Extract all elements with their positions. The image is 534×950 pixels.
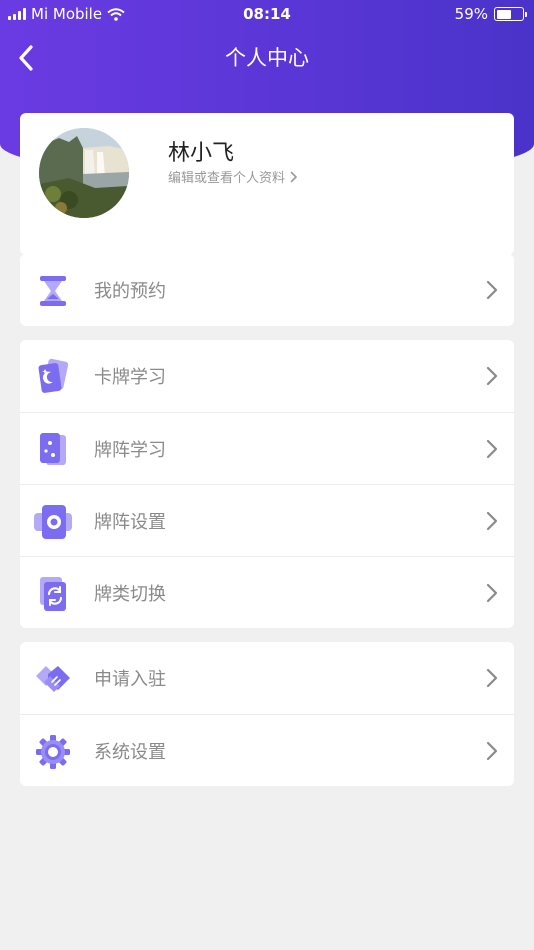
status-right: 59%: [454, 5, 527, 23]
menu-label-deck-switch: 牌类切换: [94, 583, 166, 605]
menu-group-system: 申请入驻 系统设置: [20, 642, 514, 786]
battery-icon: [494, 7, 527, 21]
hourglass-icon: [40, 276, 66, 306]
menu-item-card-study[interactable]: 卡牌学习: [20, 340, 514, 412]
chevron-right-icon: [486, 741, 498, 761]
battery-percent: 59%: [454, 5, 488, 23]
chevron-right-icon: [486, 668, 498, 688]
avatar-image: [39, 128, 129, 218]
gear-card-icon: [34, 505, 72, 539]
tarot-card-icon: [38, 358, 69, 393]
battery-fill: [496, 9, 512, 19]
menu-label-my-appointments: 我的预约: [94, 281, 166, 302]
chevron-right-icon: [486, 366, 498, 386]
handshake-icon: [36, 666, 70, 692]
menu-item-apply-join[interactable]: 申请入驻: [20, 642, 514, 714]
menu-label-spread-settings: 牌阵设置: [94, 511, 166, 533]
menu-item-my-appointments[interactable]: 我的预约: [20, 254, 514, 326]
edit-profile-label: 编辑或查看个人资料: [168, 171, 286, 186]
chevron-right-icon: [486, 583, 498, 603]
chevron-right-icon: [486, 511, 498, 531]
menu-label-system-settings: 系统设置: [94, 741, 166, 763]
gear-icon: [36, 735, 70, 769]
avatar[interactable]: [39, 128, 129, 218]
menu-item-spread-study[interactable]: 牌阵学习: [20, 412, 514, 484]
chevron-right-icon: [486, 280, 498, 300]
chevron-right-icon: [290, 171, 298, 182]
edit-profile-link[interactable]: 编辑或查看个人资料: [168, 167, 298, 186]
menu-group-appointments: 我的预约: [20, 254, 514, 326]
nav-bar: 个人中心: [0, 28, 534, 84]
switch-icon: [40, 577, 66, 611]
menu-group-study: 卡牌学习 牌阵学习 牌阵设置 牌类切换: [20, 340, 514, 628]
status-bar: Mi Mobile 08:14 59%: [0, 0, 534, 28]
profile-name: 林小飞: [168, 141, 235, 166]
menu-label-spread-study: 牌阵学习: [94, 439, 166, 461]
menu-item-system-settings[interactable]: 系统设置: [20, 714, 514, 786]
profile-card[interactable]: 林小飞 编辑或查看个人资料: [20, 113, 514, 255]
menu-item-deck-switch[interactable]: 牌类切换: [20, 556, 514, 628]
menu-label-apply-join: 申请入驻: [94, 669, 166, 690]
page-title: 个人中心: [225, 46, 309, 70]
menu-label-card-study: 卡牌学习: [94, 367, 166, 388]
spread-icon: [40, 433, 66, 465]
chevron-right-icon: [486, 439, 498, 459]
menu-item-spread-settings[interactable]: 牌阵设置: [20, 484, 514, 556]
